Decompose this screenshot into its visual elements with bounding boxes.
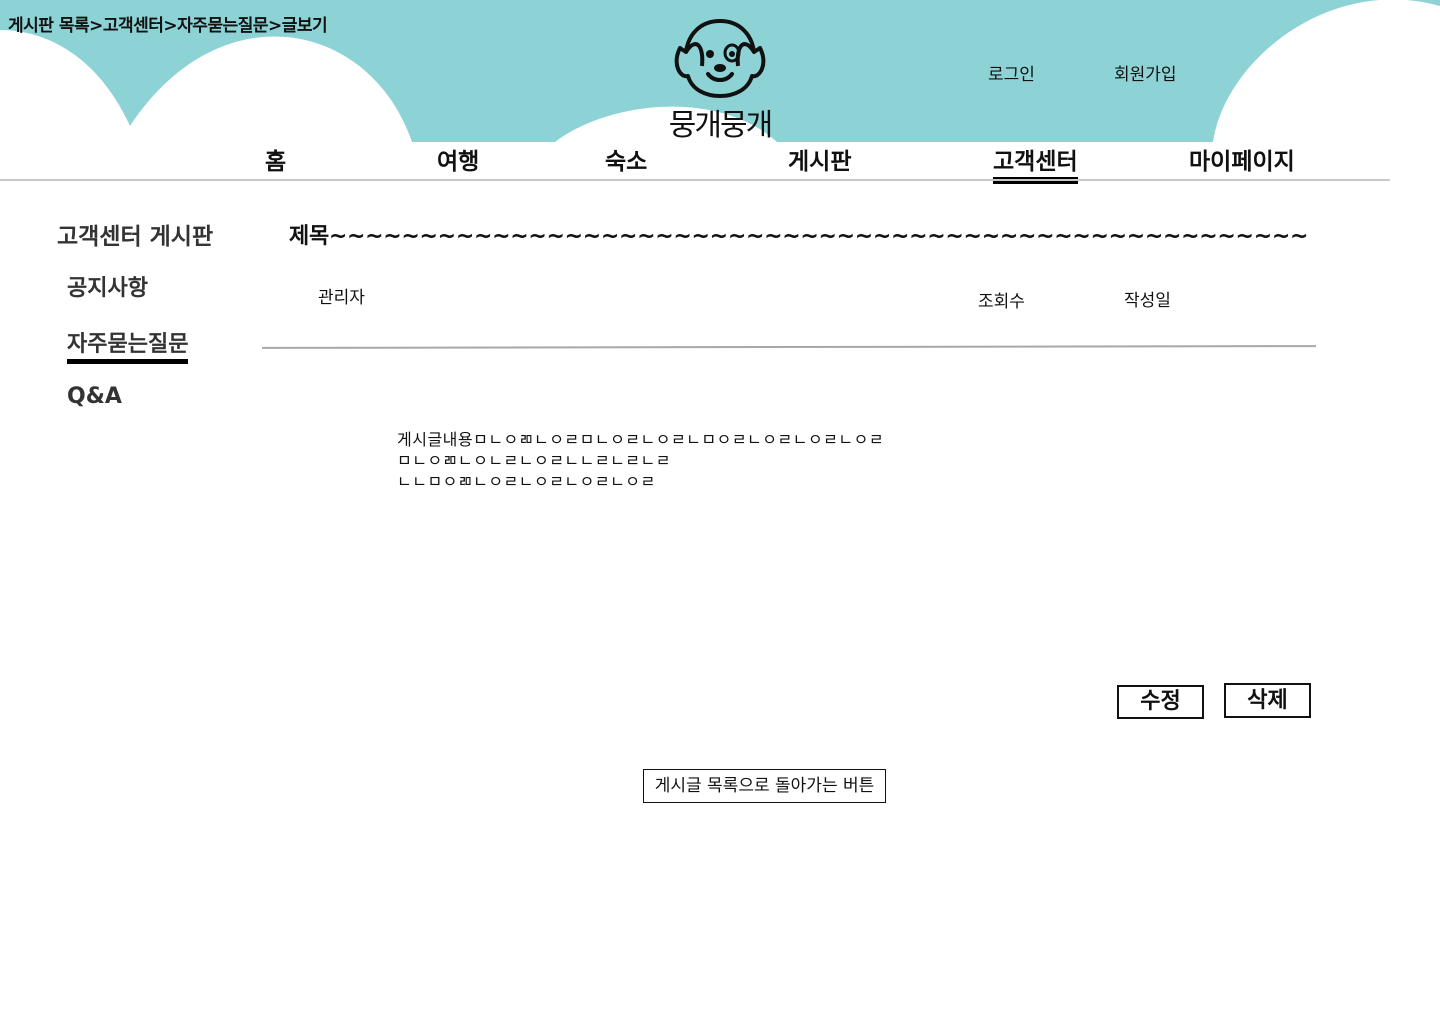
post-content-line: ㄴㄴㅁㅇㄻㄴㅇㄹㄴㅇㄹㄴㅇㄹㄴㅇㄹ: [397, 472, 656, 491]
post-author: 관리자: [318, 288, 365, 308]
sidebar-item-faq[interactable]: 자주묻는질문: [67, 326, 189, 364]
post-content: 게시글내용ㅁㄴㅇㄻㄴㅇㄹㅁㄴㅇㄹㄴㅇㄹㄴㅁㅇㄹㄴㅇㄹㄴㅇㄹㄴㅇㄹ ㅁㄴㅇㄻㄴㅇㄴ…: [397, 429, 957, 492]
post-content-line: 게시글내용ㅁㄴㅇㄻㄴㅇㄹㅁㄴㅇㄹㄴㅇㄹㄴㅁㅇㄹㄴㅇㄹㄴㅇㄹㄴㅇㄹ: [397, 430, 885, 449]
delete-button[interactable]: 삭제: [1224, 683, 1311, 718]
post-divider: [261, 345, 1317, 349]
post-title: 제목~~~~~~~~~~~~~~~~~~~~~~~~~~~~~~~~~~~~~~…: [289, 224, 1309, 249]
nav-item-mypage[interactable]: 마이페이지: [1189, 142, 1295, 176]
main-nav: 홈 여행 숙소 게시판 고객센터 마이페이지: [0, 138, 1390, 184]
post-content-line: ㅁㄴㅇㄻㄴㅇㄴㄹㄴㅇㄹㄴㄴㄹㄴㄹㄴㄹ: [397, 451, 671, 470]
nav-item-customer-center[interactable]: 고객센터: [993, 142, 1078, 184]
back-to-list-button[interactable]: 게시글 목록으로 돌아가는 버튼: [643, 769, 886, 803]
site-logo[interactable]: 뭉개뭉개: [660, 16, 780, 143]
nav-item-home[interactable]: 홈: [265, 142, 286, 176]
sidebar-item-notice[interactable]: 공지사항: [67, 270, 148, 302]
edit-button[interactable]: 수정: [1117, 685, 1204, 719]
nav-item-board[interactable]: 게시판: [788, 142, 851, 176]
login-link[interactable]: 로그인: [988, 60, 1035, 85]
nav-divider: [0, 179, 1390, 181]
sidebar-title: 고객센터 게시판: [57, 224, 214, 250]
breadcrumb: 게시판 목록>고객센터>자주묻는질문>글보기: [8, 16, 328, 36]
post-views-label: 조회수: [978, 292, 1025, 312]
dog-face-icon: [674, 19, 766, 98]
nav-item-travel[interactable]: 여행: [437, 142, 479, 176]
sidebar-item-qna[interactable]: Q&A: [67, 384, 122, 409]
nav-item-lodging[interactable]: 숙소: [605, 142, 647, 176]
signup-link[interactable]: 회원가입: [1114, 60, 1177, 85]
post-date-label: 작성일: [1124, 291, 1171, 311]
